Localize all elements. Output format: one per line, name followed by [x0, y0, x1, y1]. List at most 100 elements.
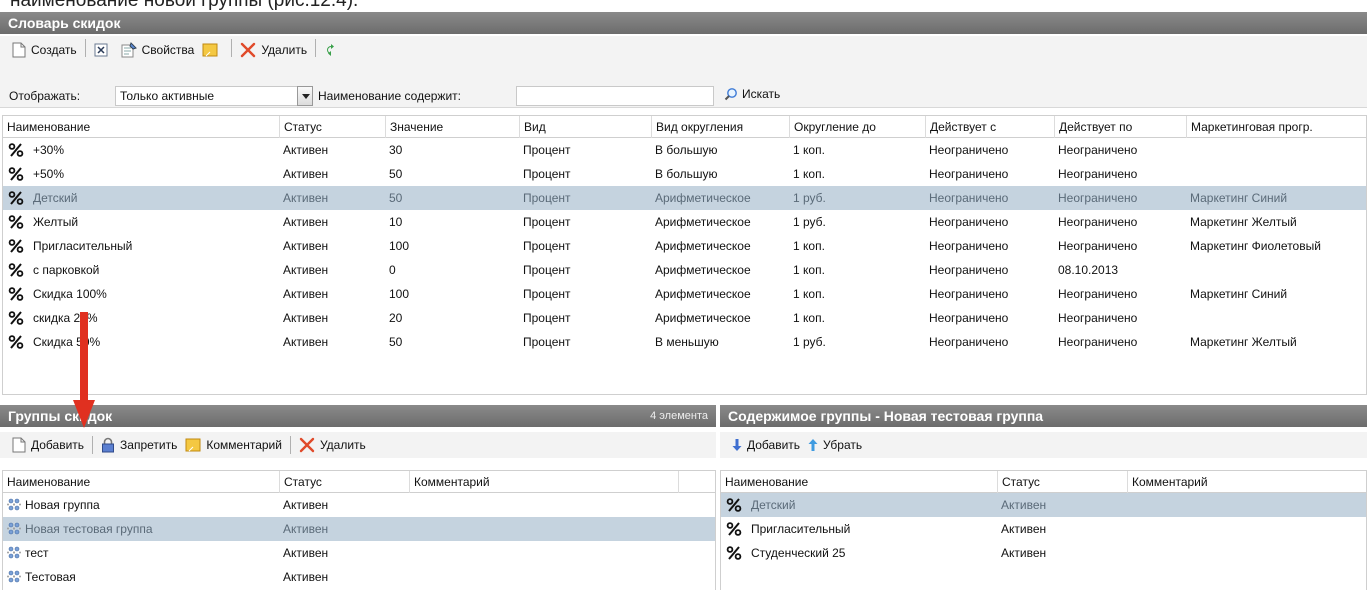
discount-cell-from: Неограничено — [929, 215, 1009, 229]
discounts-column-header[interactable]: Значение — [385, 116, 443, 138]
search-button-label: Искать — [742, 87, 781, 101]
group-cell-name: Новая группа — [25, 498, 100, 512]
discount-cell-to: Неограничено — [1058, 311, 1138, 325]
group-icon — [6, 497, 22, 516]
clear-button[interactable] — [90, 39, 117, 61]
discounts-column-header[interactable]: Округление до — [789, 116, 876, 138]
content-row[interactable]: Студенческий 25 Активен — [721, 541, 1366, 565]
group-contents-table: Наименование Статус Комментарий Детский Акт… — [720, 470, 1367, 590]
groups-count: 4 элемента — [650, 410, 708, 422]
content-cell-status: Активен — [1001, 522, 1047, 536]
groups-table: Наименование Статус Комментарий Новая груп… — [2, 470, 716, 590]
show-filter-select[interactable]: Только активные — [115, 86, 313, 106]
discounts-column-header[interactable]: Наименование — [3, 116, 90, 138]
group-row[interactable]: Новая группа Активен — [3, 493, 715, 517]
discounts-column-header[interactable]: Статус — [279, 116, 322, 138]
toolbar-separator — [92, 436, 94, 454]
discount-cell-round-to: 1 коп. — [793, 143, 825, 157]
discounts-column-header[interactable]: Действует по — [1054, 116, 1132, 138]
discount-row[interactable]: с парковкой Активен 0 Процент Арифметическое… — [3, 258, 1366, 282]
percent-icon — [8, 143, 24, 160]
properties-button[interactable]: Свойства — [117, 39, 199, 61]
discount-cell-name: +30% — [33, 143, 65, 157]
group-row[interactable]: Тестовая Активен — [3, 565, 715, 589]
create-button[interactable]: Создать — [8, 39, 81, 61]
discount-cell-kind: Процент — [523, 143, 571, 157]
discount-cell-value: 50 — [389, 191, 403, 205]
content-row[interactable]: Детский Активен — [721, 493, 1366, 517]
note-button[interactable] — [198, 39, 227, 61]
discounts-column-header[interactable]: Вид округления — [651, 116, 743, 138]
add-to-group-button[interactable]: Добавить — [728, 434, 804, 456]
remove-from-group-button[interactable]: Убрать — [804, 434, 866, 456]
search-button[interactable]: Искать — [724, 87, 780, 101]
percent-icon — [726, 498, 742, 515]
group-contents-toolbar: Добавить Убрать — [720, 432, 1367, 458]
groups-column-header[interactable]: Статус — [279, 471, 322, 493]
percent-icon — [8, 167, 24, 184]
discount-cell-kind: Процент — [523, 215, 571, 229]
group-row[interactable]: тест Активен — [3, 541, 715, 565]
discount-cell-marketing: Маркетинг Желтый — [1190, 335, 1297, 349]
delete-group-button[interactable]: Удалить — [295, 434, 370, 456]
discount-row[interactable]: Скидка 100% Активен 100 Процент Арифметическ… — [3, 282, 1366, 306]
groups-column-header[interactable]: Комментарий — [409, 471, 490, 493]
discount-row[interactable]: +30% Активен 30 Процент В большую 1 коп. Неогр… — [3, 138, 1366, 162]
dropdown-arrow-icon[interactable] — [297, 86, 313, 106]
discount-cell-from: Неограничено — [929, 335, 1009, 349]
discount-cell-rounding: Арифметическое — [655, 263, 751, 277]
content-cell-name: Пригласительный — [751, 522, 851, 536]
name-contains-input[interactable] — [516, 86, 714, 106]
discount-cell-from: Неограничено — [929, 143, 1009, 157]
contents-column-header[interactable]: Статус — [997, 471, 1040, 493]
groups-toolbar: Добавить Запретить Комментарий Удалить — [0, 432, 716, 458]
delete-x-icon — [299, 437, 315, 453]
discount-cell-rounding: В большую — [655, 143, 718, 157]
discount-row[interactable]: Детский Активен 50 Процент Арифметическое 1 р… — [3, 186, 1366, 210]
discount-cell-to: Неограничено — [1058, 287, 1138, 301]
add-group-button[interactable]: Добавить — [8, 434, 88, 456]
content-cell-status: Активен — [1001, 546, 1047, 560]
discounts-table-body: +30% Активен 30 Процент В большую 1 коп. Неогр… — [3, 138, 1366, 354]
discount-row[interactable]: скидка 20% Активен 20 Процент Арифметическое… — [3, 306, 1366, 330]
discount-cell-rounding: Арифметическое — [655, 239, 751, 253]
delete-group-button-label: Удалить — [319, 438, 366, 452]
content-row[interactable]: Пригласительный Активен — [721, 517, 1366, 541]
delete-x-icon — [240, 42, 256, 58]
discount-cell-status: Активен — [283, 167, 329, 181]
discount-row[interactable]: Желтый Активен 10 Процент Арифметическое 1 ру… — [3, 210, 1366, 234]
discount-cell-round-to: 1 коп. — [793, 167, 825, 181]
refresh-button[interactable] — [320, 39, 347, 61]
discount-cell-name: Пригласительный — [33, 239, 133, 253]
discount-cell-round-to: 1 руб. — [793, 215, 826, 229]
new-document-icon — [12, 42, 26, 58]
contents-column-header[interactable]: Наименование — [721, 471, 808, 493]
group-row[interactable]: Новая тестовая группа Активен — [3, 517, 715, 541]
discount-cell-marketing: Маркетинг Синий — [1190, 287, 1288, 301]
discount-cell-round-to: 1 руб. — [793, 335, 826, 349]
add-group-button-label: Добавить — [31, 438, 85, 452]
discounts-column-header[interactable]: Действует с — [925, 116, 996, 138]
delete-button[interactable]: Удалить — [236, 39, 311, 61]
discount-cell-kind: Процент — [523, 287, 571, 301]
arrow-up-icon — [808, 438, 818, 452]
discount-cell-name: Желтый — [33, 215, 79, 229]
groups-column-header[interactable]: Наименование — [3, 471, 90, 493]
contents-column-header[interactable]: Комментарий — [1127, 471, 1208, 493]
document-caption: наименование новой группы (рис.12.4). — [10, 0, 359, 11]
group-icon — [6, 521, 22, 540]
discount-row[interactable]: Пригласительный Активен 100 Процент Арифмети… — [3, 234, 1366, 258]
comment-button[interactable]: Комментарий — [181, 434, 286, 456]
show-label: Отображать: — [9, 89, 81, 103]
discount-row[interactable]: +50% Активен 50 Процент В большую 1 коп. Неогр… — [3, 162, 1366, 186]
discounts-column-header[interactable]: Вид — [519, 116, 546, 138]
discount-row[interactable]: Скидка 50% Активен 50 Процент В меньшую 1 руб… — [3, 330, 1366, 354]
groups-table-header: Наименование Статус Комментарий — [3, 471, 715, 493]
forbid-button[interactable]: Запретить — [97, 434, 181, 456]
percent-icon — [8, 335, 24, 352]
discounts-column-header[interactable]: Маркетинговая прогр. — [1186, 116, 1313, 138]
group-cell-name: Тестовая — [25, 570, 76, 584]
group-cell-status: Активен — [283, 522, 329, 536]
toolbar-separator — [315, 39, 317, 57]
comment-button-label: Комментарий — [206, 438, 282, 452]
